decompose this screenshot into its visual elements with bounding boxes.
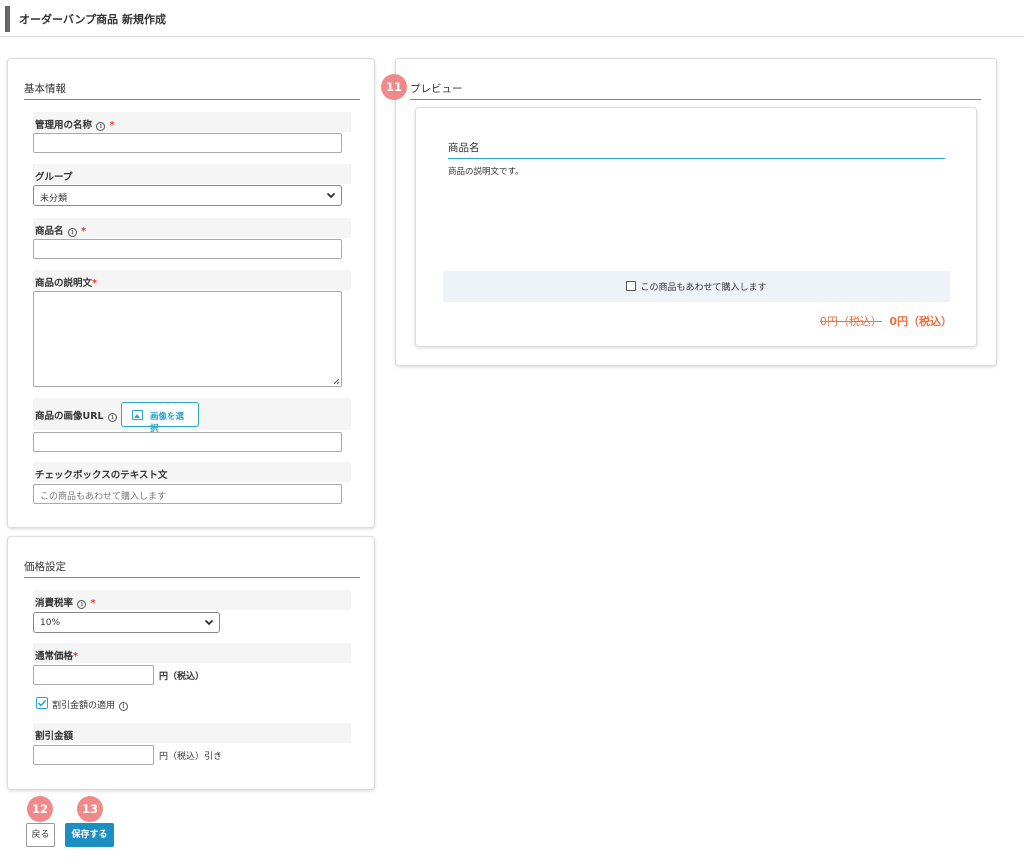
group-select[interactable]: 未分類	[33, 185, 342, 206]
tax-rate-label-row: 消費税率 i *	[33, 590, 351, 610]
checkmark-icon	[37, 699, 47, 707]
price-settings-title: 価格設定	[24, 559, 360, 578]
preview-card: プレビュー 商品名 商品の説明文です。 この商品もあわせて購入します 0円（税込…	[395, 58, 997, 366]
info-icon[interactable]: i	[77, 600, 87, 609]
admin-name-label-row: 管理用の名称 i *	[33, 112, 351, 132]
info-icon[interactable]: i	[67, 228, 77, 237]
preview-final-price: 0円（税込）	[889, 315, 952, 328]
tax-rate-selected-value: 10%	[40, 618, 61, 628]
checkbox-text-label-row: チェックボックスのテキスト文	[33, 462, 351, 482]
regular-price-label-row: 通常価格*	[33, 643, 351, 663]
description-label: 商品の説明文	[35, 278, 93, 289]
chevron-down-icon	[204, 619, 214, 626]
info-icon[interactable]: i	[96, 122, 106, 131]
apply-discount-checkbox[interactable]	[36, 697, 48, 709]
tax-rate-label: 消費税率	[35, 598, 74, 609]
product-name-label-row: 商品名 i *	[33, 218, 351, 238]
image-url-input[interactable]	[33, 432, 342, 452]
header-accent-bar	[5, 6, 10, 32]
resize-grip-icon[interactable]	[332, 377, 340, 385]
info-icon[interactable]: i	[107, 413, 117, 422]
select-image-button[interactable]: 画像を選択	[121, 402, 199, 434]
preview-checkbox-label: この商品もあわせて購入します	[640, 283, 767, 293]
required-mark: *	[109, 120, 115, 131]
basic-info-title: 基本情報	[24, 81, 360, 100]
preview-checkbox-area[interactable]: この商品もあわせて購入します	[443, 271, 950, 302]
group-label: グループ	[35, 172, 73, 183]
checkbox-text-label: チェックボックスのテキスト文	[35, 470, 168, 481]
annotation-badge-save: 13	[77, 796, 103, 822]
preview-description: 商品の説明文です。	[448, 167, 524, 177]
admin-name-input[interactable]	[33, 133, 342, 153]
page-header: オーダーバンプ商品 新規作成	[0, 0, 1024, 37]
select-image-button-label: 画像を選択	[150, 412, 185, 434]
chevron-down-icon	[326, 192, 336, 199]
regular-price-input[interactable]	[33, 665, 154, 685]
annotation-badge-back: 12	[27, 796, 53, 822]
discount-amount-input[interactable]	[33, 745, 154, 765]
regular-price-unit: 円（税込）	[159, 672, 205, 682]
checkbox-text-input[interactable]: この商品もあわせて購入します	[33, 484, 342, 504]
price-settings-card: 価格設定 消費税率 i * 10% 通常価格* 円（税込） 割引金額の適用 i …	[7, 536, 375, 790]
group-label-row: グループ	[33, 164, 351, 184]
preview-title: プレビュー	[410, 81, 981, 100]
annotation-badge-preview: 11	[381, 74, 407, 100]
preview-product-name: 商品名	[448, 140, 945, 159]
back-button[interactable]: 戻る	[26, 823, 55, 847]
page-title: オーダーバンプ商品 新規作成	[19, 13, 166, 26]
image-icon	[132, 410, 143, 420]
required-mark: *	[92, 278, 97, 289]
apply-discount-label: 割引金額の適用	[52, 701, 116, 711]
required-mark: *	[90, 598, 96, 609]
description-textarea[interactable]	[33, 291, 342, 387]
basic-info-card: 基本情報 管理用の名称 i * グループ 未分類 商品名 i * 商品の説明文*…	[7, 58, 375, 528]
preview-original-price: 0円（税込）	[819, 315, 882, 328]
regular-price-label: 通常価格	[35, 651, 74, 662]
image-url-label: 商品の画像URL	[35, 411, 104, 422]
group-selected-value: 未分類	[40, 194, 68, 204]
discount-amount-label: 割引金額	[35, 731, 74, 742]
description-label-row: 商品の説明文*	[33, 270, 351, 290]
required-mark: *	[81, 226, 87, 237]
admin-name-label: 管理用の名称	[35, 120, 93, 131]
save-button[interactable]: 保存する	[65, 823, 114, 847]
preview-checkbox[interactable]	[626, 281, 637, 291]
required-mark: *	[73, 651, 78, 662]
preview-product-card: 商品名 商品の説明文です。 この商品もあわせて購入します 0円（税込） 0円（税…	[415, 107, 977, 347]
tax-rate-select[interactable]: 10%	[33, 612, 220, 633]
product-name-label: 商品名	[35, 226, 64, 237]
info-icon[interactable]: i	[118, 702, 128, 711]
discount-amount-unit: 円（税込）引き	[159, 752, 223, 762]
discount-amount-label-row: 割引金額	[33, 723, 351, 743]
product-name-input[interactable]	[33, 239, 342, 259]
